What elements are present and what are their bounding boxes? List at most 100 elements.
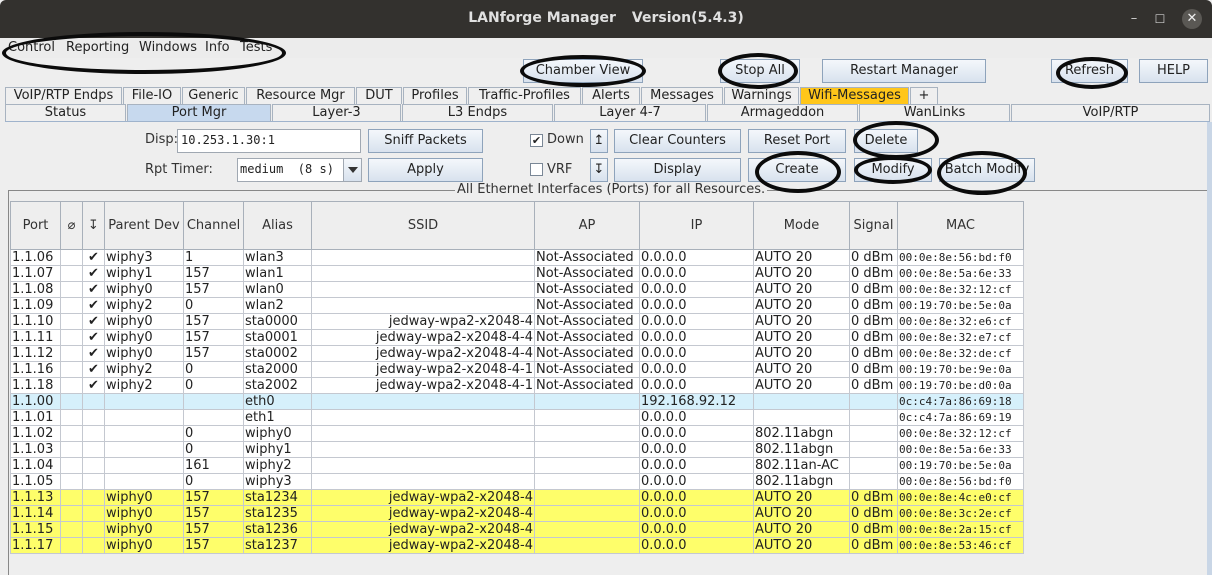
delete-button[interactable]: Delete: [854, 129, 918, 153]
minimize-icon[interactable]: –: [1124, 9, 1144, 29]
cell-mac: 0c:c4:7a:86:69:18: [897, 393, 1024, 410]
cell-down: [60, 393, 83, 410]
menu-info[interactable]: Info: [205, 40, 230, 55]
column-header-ip[interactable]: IP: [639, 201, 754, 250]
cell-ssid: [311, 441, 535, 458]
batch-modify-button[interactable]: Batch Modify: [939, 158, 1035, 182]
tab-wifi-messages[interactable]: Wifi-Messages: [800, 87, 909, 104]
dropdown-arrow-icon[interactable]: [343, 159, 361, 181]
tab-layer-4-7[interactable]: Layer 4-7: [554, 104, 706, 121]
table-row[interactable]: 1.1.11 ✔ wiphy0 157 sta0001 jedway-wpa2-x2048…: [10, 329, 1024, 346]
cell-signal: [849, 393, 898, 410]
column-header-alias[interactable]: Alias: [243, 201, 312, 250]
tab-resource-mgr[interactable]: Resource Mgr: [246, 87, 355, 104]
table-row[interactable]: 1.1.04 161 wiphy2 0.0.0.0 802.11an-AC 00:19:7…: [10, 457, 1024, 474]
cell-ap: Not-Associated: [534, 265, 640, 282]
table-row[interactable]: 1.1.18 ✔ wiphy2 0 sta2002 jedway-wpa2-x2048-4…: [10, 377, 1024, 394]
table-row[interactable]: 1.1.06 ✔ wiphy3 1 wlan3 Not-Associated 0.0.0.0…: [10, 249, 1024, 266]
help-button[interactable]: HELP: [1139, 59, 1208, 83]
cell-mac: 00:0e:8e:3c:2e:cf: [897, 505, 1024, 522]
tab-warnings[interactable]: Warnings: [724, 87, 799, 104]
cell-ip: 0.0.0.0: [639, 361, 754, 378]
column-header-signal[interactable]: Signal: [849, 201, 898, 250]
tab-dut[interactable]: DUT: [356, 87, 402, 104]
table-row[interactable]: 1.1.16 ✔ wiphy2 0 sta2000 jedway-wpa2-x2048-4…: [10, 361, 1024, 378]
table-row[interactable]: 1.1.15 wiphy0 157 sta1236 jedway-wpa2-x2048-…: [10, 521, 1024, 538]
tab-port-mgr[interactable]: Port Mgr: [127, 104, 271, 121]
sort-down-button[interactable]: ↧: [590, 158, 608, 182]
tab-armageddon[interactable]: Armageddon: [707, 104, 858, 121]
column-header-ssid[interactable]: SSID: [311, 201, 535, 250]
table-row[interactable]: 1.1.17 wiphy0 157 sta1237 jedway-wpa2-x2048-…: [10, 537, 1024, 554]
column-header-channel[interactable]: Channel: [183, 201, 244, 250]
tab-file-io[interactable]: File-IO: [123, 87, 181, 104]
vrf-checkbox[interactable]: [530, 163, 543, 176]
cell-ip: 0.0.0.0: [639, 505, 754, 522]
column-header-mac[interactable]: MAC: [897, 201, 1024, 250]
table-row[interactable]: 1.1.14 wiphy0 157 sta1235 jedway-wpa2-x2048-…: [10, 505, 1024, 522]
cell-ssid: [311, 281, 535, 298]
column-header-mode[interactable]: Mode: [753, 201, 850, 250]
table-row[interactable]: 1.1.05 0 wiphy3 0.0.0.0 802.11abgn 00:0e:8e:5…: [10, 473, 1024, 490]
column-header-phantom[interactable]: ↧: [82, 201, 105, 250]
menu-reporting[interactable]: Reporting: [66, 40, 129, 55]
cell-mode: 802.11abgn: [753, 473, 850, 490]
stop-all-button[interactable]: Stop All: [720, 59, 800, 83]
cell-phantom: ✔: [82, 265, 105, 282]
disp-input[interactable]: 10.253.1.30:1: [177, 129, 361, 153]
table-row[interactable]: 1.1.07 ✔ wiphy1 157 wlan1 Not-Associated 0.0.0…: [10, 265, 1024, 282]
cell-parent-dev: wiphy2: [104, 377, 184, 394]
cell-signal: 0 dBm: [849, 265, 898, 282]
tab-voip-rtp-endps[interactable]: VoIP/RTP Endps: [5, 87, 122, 104]
tab-voip-rtp[interactable]: VoIP/RTP: [1011, 104, 1210, 121]
cell-mac: 00:19:70:be:5e:0a: [897, 297, 1024, 314]
tab-wanlinks[interactable]: WanLinks: [859, 104, 1010, 121]
rpt-timer-select[interactable]: medium (8 s): [237, 158, 362, 182]
table-row[interactable]: 1.1.03 0 wiphy1 0.0.0.0 802.11abgn 00:0e:8e:5…: [10, 441, 1024, 458]
close-icon[interactable]: ✕: [1182, 9, 1202, 29]
tab-generic[interactable]: Generic: [182, 87, 245, 104]
tab-status[interactable]: Status: [5, 104, 126, 121]
down-checkbox[interactable]: ✔: [530, 134, 543, 147]
reset-port-button[interactable]: Reset Port: [748, 129, 846, 153]
menu-windows[interactable]: Windows: [139, 40, 197, 55]
sniff-packets-button[interactable]: Sniff Packets: [368, 129, 483, 153]
cell-ap: [534, 521, 640, 538]
create-button[interactable]: Create: [748, 158, 846, 182]
modify-button[interactable]: Modify: [854, 158, 932, 182]
tab-traffic-profiles[interactable]: Traffic-Profiles: [468, 87, 581, 104]
column-header-down[interactable]: ⌀: [60, 201, 83, 250]
tab-messages[interactable]: Messages: [641, 87, 723, 104]
chamber-view-button[interactable]: Chamber View: [523, 59, 643, 83]
table-row[interactable]: 1.1.08 ✔ wiphy0 157 wlan0 Not-Associated 0.0.0…: [10, 281, 1024, 298]
tab-profiles[interactable]: Profiles: [403, 87, 467, 104]
tab-l3-endps[interactable]: L3 Endps: [402, 104, 553, 121]
clear-counters-button[interactable]: Clear Counters: [614, 129, 741, 153]
cell-ssid: jedway-wpa2-x2048-4-1: [311, 377, 535, 394]
table-row[interactable]: 1.1.02 0 wiphy0 0.0.0.0 802.11abgn 00:0e:8e:3…: [10, 425, 1024, 442]
table-row[interactable]: 1.1.12 ✔ wiphy0 157 sta0002 jedway-wpa2-x2048…: [10, 345, 1024, 362]
apply-button[interactable]: Apply: [368, 158, 483, 182]
tab-add[interactable]: +: [910, 87, 938, 104]
column-header-ap[interactable]: AP: [534, 201, 640, 250]
refresh-button[interactable]: Refresh: [1051, 59, 1128, 83]
menu-bar: Control Reporting Windows Info Tests: [0, 38, 1212, 58]
tab-alerts[interactable]: Alerts: [582, 87, 640, 104]
cell-down: [60, 537, 83, 554]
restart-manager-button[interactable]: Restart Manager: [822, 59, 986, 83]
table-row[interactable]: 1.1.10 ✔ wiphy0 157 sta0000 jedway-wpa2-x2048…: [10, 313, 1024, 330]
column-header-parent-dev[interactable]: Parent Dev: [104, 201, 184, 250]
menu-tests[interactable]: Tests: [240, 40, 272, 55]
menu-control[interactable]: Control: [8, 40, 55, 55]
table-row[interactable]: 1.1.09 ✔ wiphy2 0 wlan2 Not-Associated 0.0.0.0…: [10, 297, 1024, 314]
sort-up-button[interactable]: ↥: [590, 129, 608, 153]
table-row[interactable]: 1.1.00 eth0 192.168.92.12 0c:c4:7a:86:69:18: [10, 393, 1024, 410]
maximize-icon[interactable]: ☐: [1150, 9, 1170, 29]
column-header-port[interactable]: Port: [10, 201, 61, 250]
display-button[interactable]: Display: [614, 158, 741, 182]
cell-mac: 00:0e:8e:32:12:cf: [897, 425, 1024, 442]
cell-ssid: [311, 265, 535, 282]
table-row[interactable]: 1.1.01 eth1 0.0.0.0 0c:c4:7a:86:69:19: [10, 409, 1024, 426]
table-row[interactable]: 1.1.13 wiphy0 157 sta1234 jedway-wpa2-x2048-…: [10, 489, 1024, 506]
tab-layer-3[interactable]: Layer-3: [272, 104, 401, 121]
